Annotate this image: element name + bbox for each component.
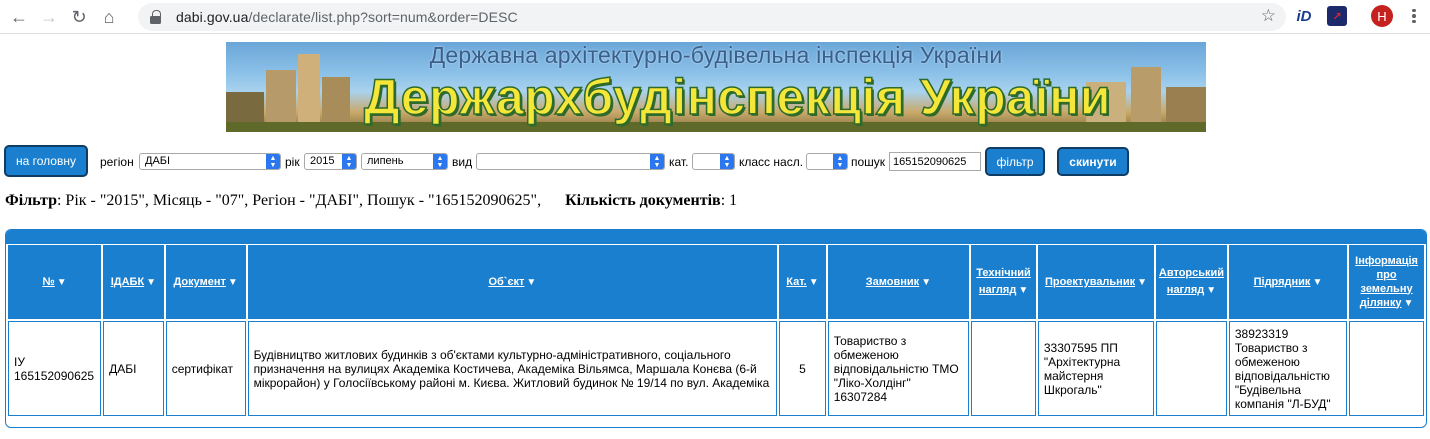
bookmark-star-icon[interactable]: ☆ bbox=[1261, 6, 1276, 26]
results-table: № ▼ ІДАБК ▼ Документ ▼ Об`єкт ▼ Кат. ▼ Замовн… bbox=[6, 243, 1426, 418]
type-label: вид bbox=[452, 155, 473, 169]
cell-num: ІУ 165152090625 bbox=[8, 321, 102, 416]
cell-document: сертифікат bbox=[165, 321, 246, 416]
sort-triangle-icon: ▼ bbox=[56, 277, 67, 288]
cell-customer: Товариство з обмеженою відповідальністю … bbox=[827, 321, 970, 416]
select-arrows-icon: ▲ ▼ bbox=[433, 154, 447, 169]
results-table-container: № ▼ ІДАБК ▼ Документ ▼ Об`єкт ▼ Кат. ▼ Замовн… bbox=[5, 229, 1427, 428]
sort-triangle-icon: ▼ bbox=[1403, 297, 1414, 309]
url-text: dabi.gov.ua/declarate/list.php?sort=num&… bbox=[176, 9, 518, 25]
cell-designer: 33307595 ПП "Архітектурна майстерня Шкро… bbox=[1037, 321, 1155, 416]
address-bar[interactable]: dabi.gov.ua/declarate/list.php?sort=num&… bbox=[138, 3, 1286, 31]
header-tech-supervision[interactable]: Технічний нагляд ▼ bbox=[971, 245, 1036, 319]
menu-kebab-icon[interactable] bbox=[1408, 6, 1420, 26]
header-num[interactable]: № ▼ bbox=[8, 245, 102, 319]
header-document[interactable]: Документ ▼ bbox=[165, 245, 246, 319]
header-contractor[interactable]: Підрядник ▼ bbox=[1228, 245, 1348, 319]
cell-tech-supervision bbox=[971, 321, 1036, 416]
reload-icon[interactable]: ↻ bbox=[64, 2, 94, 32]
category-select[interactable]: ▲ ▼ bbox=[692, 153, 735, 170]
count-label: Кількість документів bbox=[565, 192, 721, 209]
header-customer[interactable]: Замовник ▼ bbox=[827, 245, 970, 319]
header-land-info[interactable]: Інформація про земельну ділянку ▼ bbox=[1349, 245, 1424, 319]
year-label: рік bbox=[285, 155, 300, 169]
banner-title: Держархбудінспекція України bbox=[363, 69, 1112, 125]
sort-triangle-icon: ▼ bbox=[1312, 277, 1323, 288]
cell-object: Будівництво житлових будинків з об'єктам… bbox=[247, 321, 778, 416]
sort-triangle-icon: ▼ bbox=[1206, 285, 1217, 296]
category-label: кат. bbox=[669, 155, 689, 169]
banner-subtitle: Державна архітектурно-будівельна інспекц… bbox=[429, 42, 1003, 68]
extension-bookmark-icon[interactable]: ↗ bbox=[1327, 6, 1347, 26]
cell-contractor: 38923319 Товариство з обмеженою відповід… bbox=[1228, 321, 1348, 416]
browser-toolbar: ← → ↻ ⌂ dabi.gov.ua/declarate/list.php?s… bbox=[0, 0, 1430, 34]
sort-triangle-icon: ▼ bbox=[526, 277, 537, 288]
header-category[interactable]: Кат. ▼ bbox=[779, 245, 826, 319]
count-value: : 1 bbox=[720, 192, 738, 209]
forward-arrow-icon[interactable]: → bbox=[34, 2, 64, 32]
header-designer[interactable]: Проектувальник ▼ bbox=[1037, 245, 1155, 319]
filter-summary-text: : Рік - "2015", Місяць - "07", Регіон - … bbox=[56, 192, 542, 209]
select-arrows-icon: ▲ ▼ bbox=[266, 154, 280, 169]
sort-triangle-icon: ▼ bbox=[227, 277, 238, 288]
year-select[interactable]: 2015 ▲ ▼ bbox=[304, 153, 357, 170]
cell-author-supervision bbox=[1156, 321, 1227, 416]
profile-avatar[interactable]: H bbox=[1371, 5, 1393, 27]
filter-summary-label: Фільтр bbox=[5, 192, 57, 209]
month-select[interactable]: липень ▲ ▼ bbox=[361, 153, 448, 170]
cell-category: 5 bbox=[779, 321, 826, 416]
cell-idabk: ДАБІ bbox=[103, 321, 164, 416]
cell-land-info bbox=[1349, 321, 1424, 416]
type-select[interactable]: ▲ ▼ bbox=[476, 153, 665, 170]
reset-button[interactable]: скинути bbox=[1057, 147, 1129, 176]
sort-triangle-icon: ▼ bbox=[808, 277, 819, 288]
lock-icon bbox=[148, 9, 164, 25]
sort-triangle-icon: ▼ bbox=[146, 277, 157, 288]
region-label: регіон bbox=[100, 155, 134, 169]
select-arrows-icon: ▲ ▼ bbox=[720, 154, 734, 169]
filter-button[interactable]: фільтр bbox=[985, 147, 1045, 176]
class-select[interactable]: ▲ ▼ bbox=[806, 153, 848, 170]
sort-triangle-icon: ▼ bbox=[1137, 277, 1148, 288]
extension-id-icon[interactable]: iD bbox=[1294, 6, 1314, 26]
region-select[interactable]: ДАБІ ▲ ▼ bbox=[139, 153, 281, 170]
select-arrows-icon: ▲ ▼ bbox=[342, 154, 356, 169]
header-author-supervision[interactable]: Авторський нагляд ▼ bbox=[1156, 245, 1227, 319]
search-input[interactable] bbox=[889, 152, 981, 171]
select-arrows-icon: ▲ ▼ bbox=[833, 154, 847, 169]
table-row: ІУ 165152090625 ДАБІ сертифікат Будівниц… bbox=[8, 321, 1424, 416]
class-label: класс насл. bbox=[739, 155, 804, 169]
select-arrows-icon: ▲ ▼ bbox=[650, 154, 664, 169]
search-label: пошук bbox=[851, 155, 886, 169]
table-header-row: № ▼ ІДАБК ▼ Документ ▼ Об`єкт ▼ Кат. ▼ Замовн… bbox=[8, 245, 1424, 319]
sort-triangle-icon: ▼ bbox=[1018, 285, 1029, 296]
table-top-bar bbox=[6, 230, 1426, 244]
sort-triangle-icon: ▼ bbox=[921, 277, 932, 288]
filter-summary: Фільтр: Рік - "2015", Місяць - "07", Рег… bbox=[5, 192, 737, 210]
home-icon[interactable]: ⌂ bbox=[94, 2, 124, 32]
header-object[interactable]: Об`єкт ▼ bbox=[247, 245, 778, 319]
header-idabk[interactable]: ІДАБК ▼ bbox=[103, 245, 164, 319]
site-banner: Державна архітектурно-будівельна інспекц… bbox=[226, 42, 1206, 132]
home-button[interactable]: на головну bbox=[4, 145, 88, 177]
back-arrow-icon[interactable]: ← bbox=[4, 2, 34, 32]
